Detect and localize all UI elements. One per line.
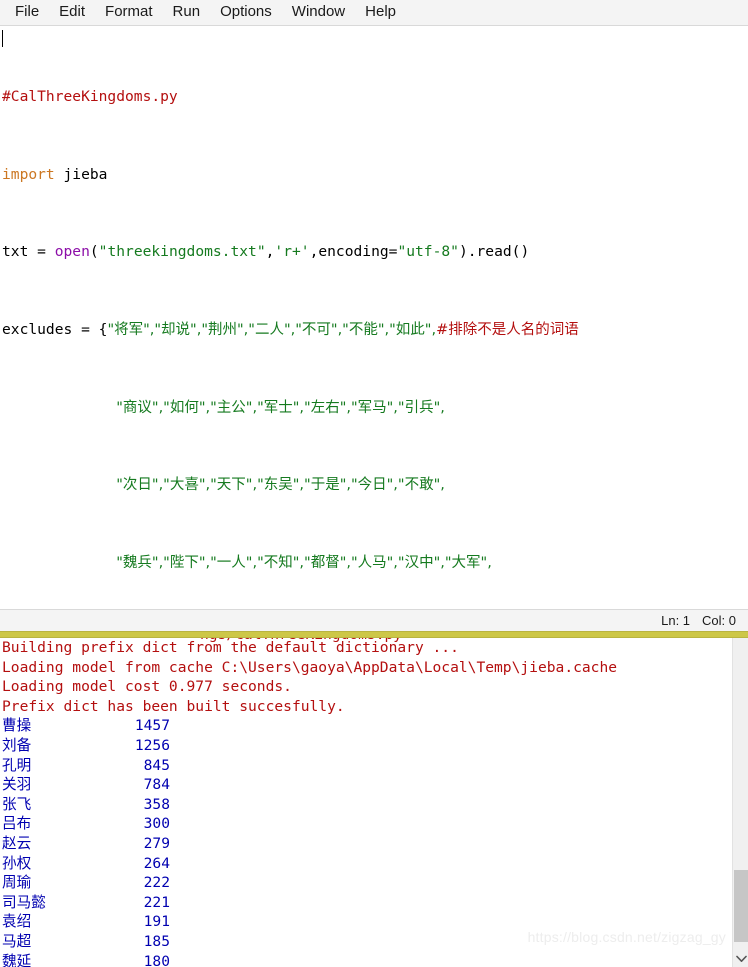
excludes-row: "商议","如何","主公","军士","左右","军马","引兵",	[116, 399, 445, 416]
result-name: 司马懿	[2, 893, 46, 911]
result-count: 1256	[134, 736, 170, 754]
string-literal: "utf-8"	[397, 243, 459, 261]
result-row: 司马懿 221	[2, 893, 732, 913]
result-count: 300	[143, 815, 170, 833]
result-name: 赵云	[2, 834, 32, 852]
result-row: 周瑜 222	[2, 873, 732, 893]
result-row: 张飞 358	[2, 795, 732, 815]
result-name: 曹操	[2, 717, 32, 735]
result-row: 孔明 845	[2, 756, 732, 776]
code-line: "商议","如何","主公","军士","左右","军马","引兵",	[2, 398, 748, 417]
builtin-open: open	[54, 243, 90, 261]
result-name: 马超	[2, 932, 32, 950]
menu-window[interactable]: Window	[283, 1, 354, 24]
pane-splitter[interactable]	[0, 631, 748, 638]
scroll-down-arrow-icon[interactable]	[733, 950, 748, 967]
menu-help[interactable]: Help	[356, 1, 405, 24]
string-literal: "threekingdoms.txt"	[98, 243, 266, 261]
excludes-row: "将军","却说","荆州","二人","不可","不能","如此",	[107, 322, 437, 339]
result-name: 吕布	[2, 815, 32, 833]
result-count: 185	[143, 932, 170, 950]
result-count: 279	[143, 834, 170, 852]
excludes-row: "次日","大喜","天下","东吴","于是","今日","不敢",	[116, 477, 445, 494]
menu-options[interactable]: Options	[211, 1, 281, 24]
module-name: jieba	[54, 165, 108, 183]
code-text: txt =	[2, 243, 55, 261]
menu-file[interactable]: File	[6, 1, 48, 24]
result-row: 魏延 180	[2, 952, 732, 967]
code-line: txt = open("threekingdoms.txt",'r+',enco…	[2, 242, 748, 261]
result-name: 孔明	[2, 756, 32, 774]
result-row: 吕布 300	[2, 814, 732, 834]
shell-pane[interactable]: ngs/CalThreeKingdoms.py Building prefix …	[0, 638, 748, 967]
text-caret	[2, 30, 3, 47]
result-name: 魏延	[2, 952, 32, 967]
result-name: 孙权	[2, 854, 32, 872]
result-name: 关羽	[2, 776, 32, 794]
result-count: 358	[143, 795, 170, 813]
code-line: import jieba	[2, 165, 748, 184]
code-text: ).read()	[458, 243, 530, 261]
shell-vertical-scrollbar[interactable]	[732, 638, 748, 967]
code-line: "魏兵","陛下","一人","不知","都督","人马","汉中","大军",	[2, 553, 748, 572]
shell-message: Loading model cost 0.977 seconds.	[2, 678, 292, 696]
code-text: excludes = {	[2, 321, 108, 339]
result-row: 马超 185	[2, 932, 732, 952]
menu-format[interactable]: Format	[96, 1, 162, 24]
string-literal: 'r+'	[274, 243, 310, 261]
code-body[interactable]: #CalThreeKingdoms.py import jieba txt = …	[2, 29, 748, 609]
excludes-row: "魏兵","陛下","一人","不知","都督","人马","汉中","大军",	[116, 554, 492, 571]
menu-edit[interactable]: Edit	[50, 1, 94, 24]
code-text: ,encoding=	[309, 243, 398, 261]
result-row: 刘备 1256	[2, 736, 732, 756]
shell-output[interactable]: ngs/CalThreeKingdoms.py Building prefix …	[0, 638, 732, 967]
result-name: 袁绍	[2, 913, 32, 931]
result-count: 180	[143, 952, 170, 967]
menu-run[interactable]: Run	[164, 1, 210, 24]
code-editor[interactable]: #CalThreeKingdoms.py import jieba txt = …	[0, 26, 748, 609]
menu-bar: File Edit Format Run Options Window Help	[0, 0, 748, 26]
code-text: (	[89, 243, 99, 261]
code-comment: #排除不是人名的词语	[436, 322, 579, 339]
status-bar: Ln: 1 Col: 0	[0, 609, 748, 631]
result-count: 784	[143, 776, 170, 794]
result-count: 191	[143, 913, 170, 931]
code-line: #CalThreeKingdoms.py	[2, 87, 748, 106]
code-line: excludes = {"将军","却说","荆州","二人","不可","不能…	[2, 320, 748, 339]
result-count: 222	[143, 874, 170, 892]
shell-message: Prefix dict has been built succesfully.	[2, 697, 345, 715]
result-row: 孙权 264	[2, 854, 732, 874]
keyword-import: import	[2, 165, 55, 183]
shell-clipped-line: ngs/CalThreeKingdoms.py	[200, 638, 402, 643]
result-name: 周瑜	[2, 874, 32, 892]
result-count: 221	[143, 893, 170, 911]
result-name: 张飞	[2, 795, 32, 813]
shell-message: Loading model from cache C:\Users\gaoya\…	[2, 658, 618, 676]
code-comment: #CalThreeKingdoms.py	[2, 88, 178, 106]
result-count: 1457	[134, 717, 170, 735]
status-column-number: Col: 0	[702, 613, 736, 628]
idle-window: File Edit Format Run Options Window Help…	[0, 0, 748, 967]
status-line-number: Ln: 1	[661, 613, 691, 628]
result-row: 赵云 279	[2, 834, 732, 854]
scrollbar-thumb[interactable]	[734, 870, 748, 942]
result-row: 袁绍 191	[2, 912, 732, 932]
result-row: 曹操 1457	[2, 716, 732, 736]
result-name: 刘备	[2, 736, 32, 754]
result-row: 关羽 784	[2, 775, 732, 795]
code-line: "次日","大喜","天下","东吴","于是","今日","不敢",	[2, 475, 748, 494]
result-count: 845	[143, 756, 170, 774]
result-count: 264	[143, 854, 170, 872]
